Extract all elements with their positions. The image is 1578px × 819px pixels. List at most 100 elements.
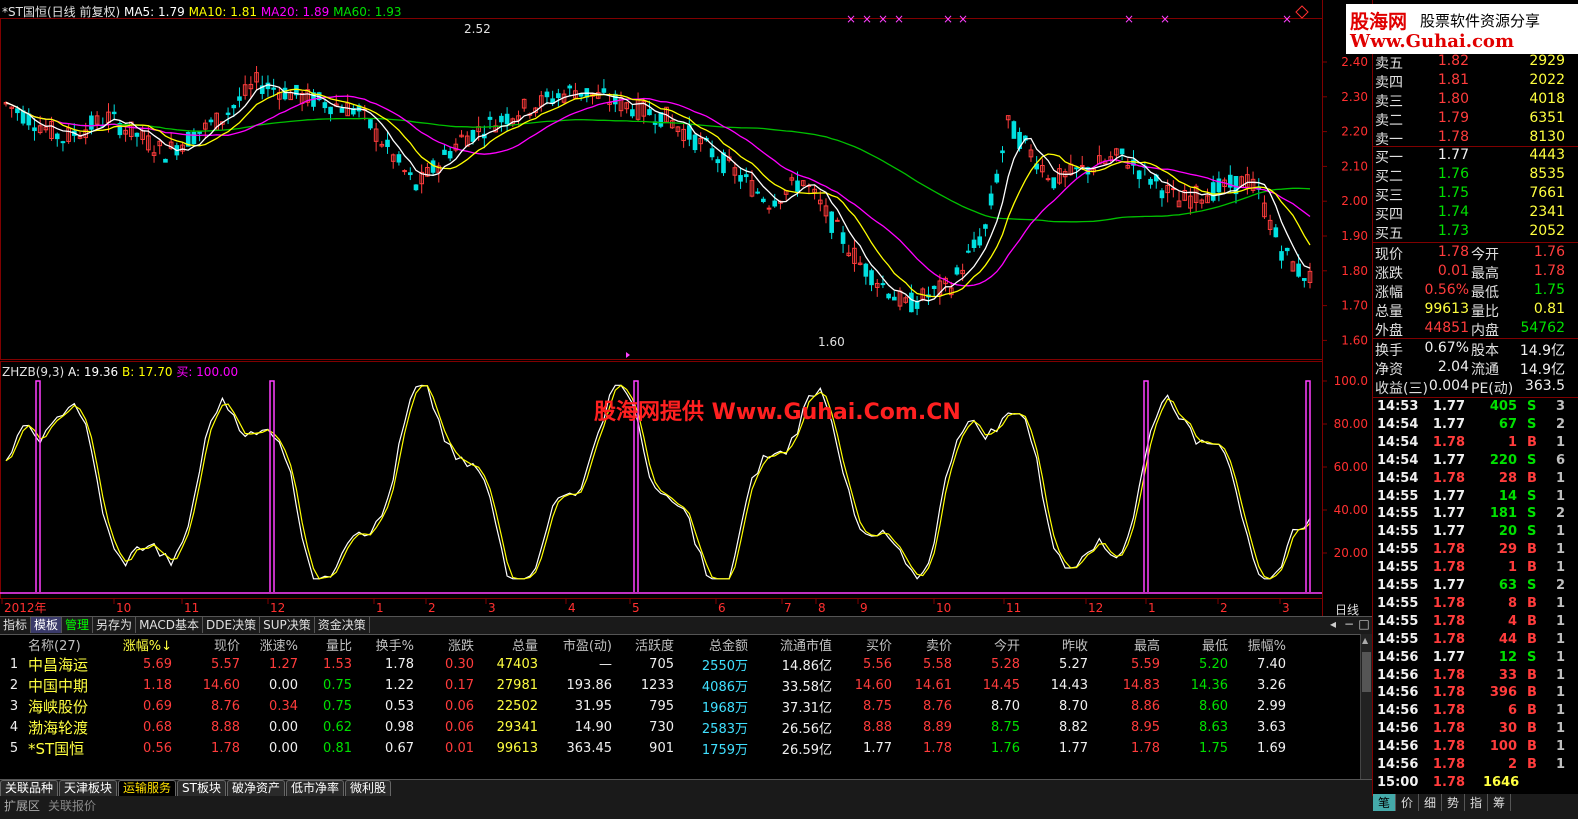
scroll-thumb[interactable] [1362, 652, 1371, 692]
col-header-10[interactable]: 活跃度 [612, 634, 674, 654]
minus-icon[interactable]: − [1342, 617, 1356, 631]
table-row[interactable]: 2 中国中期 1.18 14.60 0.00 0.75 1.22 0.17 27981 193.8… [0, 675, 1286, 696]
table-row[interactable]: 1 中昌海运 5.69 5.57 1.27 1.53 1.78 0.30 47403 — 705 25… [0, 654, 1286, 675]
table-cell: 1.78 [1131, 741, 1160, 756]
ma5-line [5, 84, 1311, 303]
col-header-5[interactable]: 量比 [298, 634, 352, 654]
tick-time: 14:54 [1377, 452, 1419, 468]
status-bar: 扩展区 关联报价 [0, 796, 1578, 819]
top-signal-mark: × [1124, 12, 1134, 26]
candle-body [1273, 227, 1279, 238]
indicator-b: B: 17.70 [122, 365, 173, 379]
sell-volume: 4018 [1529, 91, 1565, 107]
block-tab-low-pb[interactable]: 低市净率 [286, 780, 345, 796]
col-header-16[interactable]: 昨收 [1020, 634, 1088, 654]
tab-save-as[interactable]: 另存为 [93, 617, 137, 633]
block-tab-tianjin[interactable]: 天津板块 [59, 780, 118, 796]
table-row[interactable]: 3 海峡股份 0.69 8.76 0.34 0.75 0.53 0.06 22502 31.95 7… [0, 696, 1286, 717]
side-tab[interactable]: 势 [1442, 794, 1465, 811]
candle-body [1051, 177, 1057, 189]
tab-dde[interactable]: DDE决策 [203, 617, 261, 633]
tab-manage[interactable]: 管理 [62, 617, 94, 633]
candle-body [197, 131, 202, 134]
table-cell: 0.17 [445, 678, 474, 693]
col-header-0[interactable] [0, 634, 28, 654]
tick-side: B [1527, 470, 1537, 486]
tick-price: 1.78 [1432, 757, 1465, 772]
stat-value: 54762 [1520, 320, 1565, 336]
block-tab-low-profit[interactable]: 微利股 [345, 780, 392, 796]
status-related-quote[interactable]: 关联报价 [48, 797, 96, 814]
table-row[interactable]: 4 渤海轮渡 0.68 8.88 0.00 0.62 0.98 0.06 29341 14.90 7… [0, 717, 1286, 738]
col-header-4[interactable]: 涨速% [240, 634, 298, 654]
tick-time: 14:56 [1377, 757, 1419, 772]
tab-template[interactable]: 模板 [31, 617, 63, 633]
tab-indicator[interactable]: 指标 [0, 617, 32, 633]
col-header-13[interactable]: 买价 [832, 634, 892, 654]
kline-chart-canvas[interactable]: 2.40 2.30 2.20 2.10 2.00 1.90 1.80 1.70 1.60 100.… [0, 0, 1372, 616]
table-cell: 0.67 [385, 741, 414, 756]
col-header-2[interactable]: 涨幅%↓ [104, 634, 172, 654]
divider [1373, 242, 1578, 243]
table-cell: 8.75 [991, 720, 1020, 735]
candle-body [322, 102, 328, 109]
col-header-18[interactable]: 最低 [1160, 634, 1228, 654]
col-header-19[interactable]: 振幅% [1228, 634, 1286, 654]
sell-volume: 2929 [1529, 53, 1565, 69]
tick-count: 1 [1555, 488, 1565, 504]
side-tab[interactable]: 筹 [1488, 794, 1511, 811]
col-header-3[interactable]: 现价 [172, 634, 240, 654]
plus-icon[interactable]: □ [1357, 617, 1371, 631]
candle-body [271, 87, 276, 90]
stat-value: 0.56% [1424, 282, 1469, 298]
top-signal-mark: × [958, 12, 968, 26]
col-header-12[interactable]: 流通市值 [748, 634, 832, 654]
col-header-11[interactable]: 总金额 [674, 634, 748, 654]
block-tab-transport[interactable]: 运输服务 [118, 780, 177, 796]
candle-body [692, 134, 698, 151]
table-row[interactable]: 5 *ST国恒 0.56 1.78 0.00 0.81 0.67 0.01 99613 363.4… [0, 738, 1286, 759]
tab-fund[interactable]: 资金决策 [315, 617, 370, 633]
kline-chart-area[interactable]: 2.40 2.30 2.20 2.10 2.00 1.90 1.80 1.70 1.60 100.… [0, 0, 1372, 617]
divider [1373, 397, 1578, 398]
top-signal-mark: × [1282, 12, 1292, 26]
tick-time: 14:55 [1377, 542, 1419, 558]
tab-sup[interactable]: SUP决策 [260, 617, 315, 633]
stat-row: 换手 0.67% 股本 14.9亿 [1373, 340, 1573, 359]
buy-signal-spike [1305, 380, 1311, 592]
date-tick-label: 10 [936, 601, 951, 615]
col-header-8[interactable]: 总量 [474, 634, 538, 654]
tick-side: B [1527, 631, 1537, 647]
block-tab-st[interactable]: ST板块 [177, 780, 226, 796]
table-cell: 33.58亿 [781, 680, 832, 695]
side-tab[interactable]: 笔 [1373, 794, 1396, 811]
scroll-left-icon[interactable]: ◂ [1326, 617, 1340, 631]
side-tab[interactable]: 指 [1465, 794, 1488, 811]
col-header-6[interactable]: 换手% [352, 634, 414, 654]
tab-macd[interactable]: MACD基本 [136, 617, 204, 633]
marker-icon [626, 352, 630, 358]
side-tab[interactable]: 价 [1396, 794, 1419, 811]
block-tab-below-net[interactable]: 破净资产 [227, 780, 286, 796]
block-tab-related[interactable]: 关联品种 [0, 780, 59, 796]
table-cell: 1.53 [323, 657, 352, 672]
stat-label: 净资 [1375, 362, 1403, 378]
table-cell: 8.82 [1059, 720, 1088, 735]
col-header-7[interactable]: 涨跌 [414, 634, 474, 654]
price-tick-label: 1.70 [1341, 299, 1368, 313]
indicator-tick-label: 80.00 [1334, 417, 1368, 431]
stat-row: 净资 2.04 流通 14.9亿 [1373, 359, 1573, 378]
tick-side: S [1527, 399, 1537, 414]
candle-body [601, 88, 607, 93]
side-tab[interactable]: 细 [1419, 794, 1442, 811]
col-header-17[interactable]: 最高 [1088, 634, 1160, 654]
col-header-9[interactable]: 市盈(动) [538, 634, 612, 654]
table-cell: 1.78 [211, 741, 240, 756]
status-extension[interactable]: 扩展区 [4, 797, 40, 814]
col-header-14[interactable]: 卖价 [892, 634, 952, 654]
stat-value: 14.9亿 [1519, 362, 1565, 378]
col-header-15[interactable]: 今开 [952, 634, 1020, 654]
col-header-1[interactable]: 名称(27) [28, 634, 104, 654]
scroll-up-icon[interactable]: ▲ [1362, 636, 1371, 646]
table-cell: 8.76 [211, 699, 240, 714]
